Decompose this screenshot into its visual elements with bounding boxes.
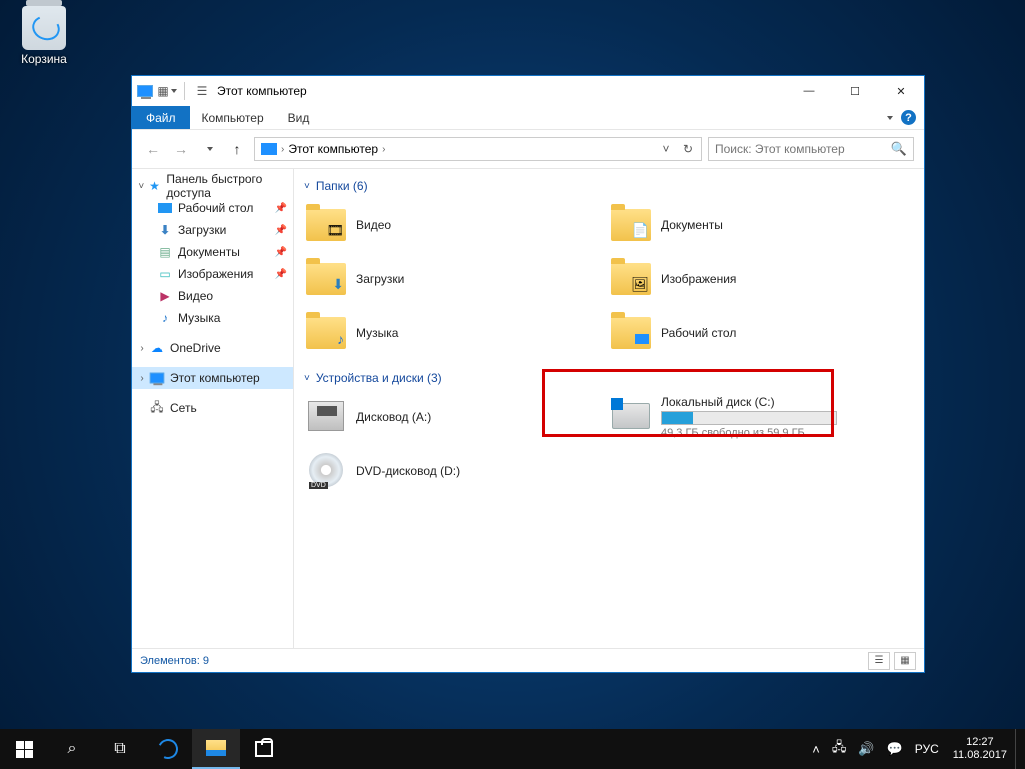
search-box[interactable]: 🔍 [708, 137, 914, 161]
recycle-bin-icon [22, 6, 66, 50]
task-view-button[interactable]: ⧉ [96, 729, 144, 769]
qat-divider [184, 82, 185, 100]
file-explorer-window: ▦ ☰ Этот компьютер ― ☐ ✕ Файл Компьютер … [131, 75, 925, 673]
nav-quick-access[interactable]: ˅ Панель быстрого доступа [132, 175, 293, 197]
pin-icon: 📌 [275, 247, 287, 258]
file-explorer-icon [206, 740, 226, 756]
volume-icon[interactable]: 🔊 [852, 741, 880, 757]
breadcrumb-root[interactable]: Этот компьютер [284, 142, 382, 156]
store-icon [255, 741, 273, 757]
nav-forward-button[interactable]: → [170, 138, 192, 160]
action-center-icon[interactable]: 💬 [881, 741, 909, 757]
ribbon-expand-icon[interactable] [887, 116, 893, 120]
view-tiles-button[interactable]: ▦ [894, 652, 916, 670]
annotation-highlight [542, 369, 834, 437]
folder-pictures[interactable]: 🖼Изображения [609, 255, 914, 303]
nav-item-downloads[interactable]: Загрузки📌 [156, 219, 293, 241]
nav-item-documents[interactable]: Документы📌 [156, 241, 293, 263]
folder-desktop[interactable]: Рабочий стол [609, 309, 914, 357]
floppy-icon [304, 397, 348, 437]
properties-icon[interactable]: ▦ [158, 82, 176, 100]
status-bar: Элементов: 9 ☰ ▦ [132, 648, 924, 672]
folder-documents[interactable]: 📄Документы [609, 201, 914, 249]
status-item-count: Элементов: 9 [140, 655, 209, 667]
taskbar: ⌕ ⧉ ˄ 🖧 🔊 💬 РУС 12:27 11.08.2017 [0, 729, 1025, 769]
qat-dropdown-icon[interactable]: ☰ [193, 82, 211, 100]
nav-this-pc[interactable]: ›Этот компьютер [132, 367, 293, 389]
desktop-recycle-bin[interactable]: Корзина [12, 6, 76, 66]
address-row: ← → ↑ › Этот компьютер › ˅ ↻ 🔍 [132, 130, 924, 168]
ribbon-tabs: Файл Компьютер Вид ? [132, 106, 924, 130]
chevron-down-icon: ˅ [304, 373, 310, 384]
help-icon[interactable]: ? [901, 110, 916, 125]
search-icon[interactable]: 🔍 [891, 141, 907, 157]
taskbar-search-button[interactable]: ⌕ [48, 729, 96, 769]
tray-overflow-icon[interactable]: ˄ [806, 742, 826, 757]
taskbar-file-explorer[interactable] [192, 729, 240, 769]
windows-logo-icon [16, 741, 33, 758]
tab-computer[interactable]: Компьютер [190, 106, 276, 129]
drive-dvd-d[interactable]: DVD-дисковод (D:) [304, 447, 609, 495]
chevron-down-icon: ˅ [304, 181, 310, 192]
search-icon: ⌕ [68, 740, 77, 758]
folder-downloads[interactable]: ⬇Загрузки [304, 255, 609, 303]
navigation-pane: ˅ Панель быстрого доступа Рабочий стол📌 … [132, 169, 294, 648]
task-view-icon: ⧉ [114, 740, 125, 758]
group-header-folders[interactable]: ˅Папки (6) [304, 179, 914, 193]
refresh-icon[interactable]: ↻ [677, 142, 699, 156]
taskbar-edge[interactable] [144, 729, 192, 769]
nav-item-videos[interactable]: Видео [156, 285, 293, 307]
nav-item-music[interactable]: Музыка [156, 307, 293, 329]
nav-item-desktop[interactable]: Рабочий стол📌 [156, 197, 293, 219]
taskbar-clock[interactable]: 12:27 11.08.2017 [945, 736, 1015, 762]
address-history-icon[interactable]: ˅ [655, 142, 677, 156]
nav-network[interactable]: Сеть [132, 397, 293, 419]
nav-back-button[interactable]: ← [142, 138, 164, 160]
edge-icon [155, 736, 181, 762]
pin-icon: 📌 [275, 225, 287, 236]
close-button[interactable]: ✕ [878, 76, 924, 106]
minimize-button[interactable]: ― [786, 76, 832, 106]
clock-time: 12:27 [953, 736, 1007, 749]
window-title: Этот компьютер [217, 84, 307, 98]
maximize-button[interactable]: ☐ [832, 76, 878, 106]
clock-date: 11.08.2017 [953, 749, 1007, 762]
nav-recent-button[interactable] [198, 138, 220, 160]
tab-file[interactable]: Файл [132, 106, 190, 129]
chevron-right-icon[interactable]: › [136, 343, 148, 354]
system-tray: ˄ 🖧 🔊 💬 РУС 12:27 11.08.2017 [806, 729, 1025, 769]
window-icon[interactable] [136, 82, 154, 100]
show-desktop-button[interactable] [1015, 729, 1021, 769]
chevron-right-icon[interactable]: › [136, 373, 148, 384]
pin-icon: 📌 [275, 269, 287, 280]
address-bar[interactable]: › Этот компьютер › ˅ ↻ [254, 137, 702, 161]
recycle-bin-label: Корзина [21, 52, 67, 66]
address-pc-icon [261, 143, 277, 155]
nav-item-pictures[interactable]: Изображения📌 [156, 263, 293, 285]
tab-view[interactable]: Вид [276, 106, 322, 129]
view-details-button[interactable]: ☰ [868, 652, 890, 670]
language-indicator[interactable]: РУС [909, 742, 945, 756]
taskbar-store[interactable] [240, 729, 288, 769]
content-pane[interactable]: ˅Папки (6) 🎞Видео 📄Документы ⬇Загрузки 🖼… [294, 169, 924, 648]
network-icon[interactable]: 🖧 [826, 738, 853, 760]
search-input[interactable] [715, 142, 891, 156]
nav-quick-access-label: Панель быстрого доступа [166, 172, 293, 200]
pin-icon: 📌 [275, 203, 287, 214]
folder-videos[interactable]: 🎞Видео [304, 201, 609, 249]
quick-access-toolbar: ▦ ☰ [132, 76, 211, 106]
dvd-icon [304, 451, 348, 491]
nav-onedrive[interactable]: ›OneDrive [132, 337, 293, 359]
nav-up-button[interactable]: ↑ [226, 138, 248, 160]
titlebar[interactable]: ▦ ☰ Этот компьютер ― ☐ ✕ [132, 76, 924, 106]
chevron-down-icon[interactable]: ˅ [136, 181, 147, 192]
folder-music[interactable]: ♪Музыка [304, 309, 609, 357]
chevron-right-icon[interactable]: › [382, 144, 385, 155]
start-button[interactable] [0, 729, 48, 769]
